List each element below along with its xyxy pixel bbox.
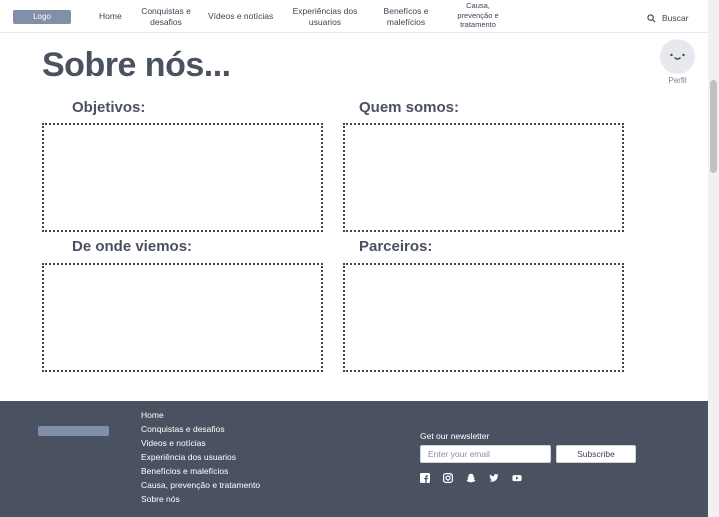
- search-button[interactable]: Buscar: [647, 12, 688, 24]
- nav-item-experiencias[interactable]: Experiências dos usuarios: [290, 6, 360, 28]
- footer-logo[interactable]: [38, 426, 109, 436]
- social-links: [420, 473, 522, 483]
- de-onde-viemos-box: [42, 263, 323, 372]
- top-nav: Logo Home Conquistas e desafios Vídeos e…: [0, 0, 708, 33]
- email-input[interactable]: [420, 445, 551, 463]
- footer-link-videos[interactable]: Videos e notícias: [141, 436, 260, 450]
- footer-link-beneficios[interactable]: Benefícios e malefícios: [141, 464, 260, 478]
- nav-item-causa[interactable]: Causa, prevenção e tratamento: [452, 1, 504, 30]
- nav-item-beneficios[interactable]: Benefícos e malefícios: [381, 6, 431, 28]
- footer-link-sobre-nos[interactable]: Sobre nós: [141, 492, 260, 506]
- profile-label[interactable]: Perfil: [660, 76, 695, 85]
- smiley-icon: [670, 53, 685, 60]
- snapchat-icon[interactable]: [466, 473, 476, 483]
- footer-link-conquistas[interactable]: Conquistas e desafios: [141, 422, 260, 436]
- newsletter-title: Get our newsletter: [420, 431, 490, 441]
- footer-link-causa[interactable]: Causa, prevenção e tratamento: [141, 478, 260, 492]
- nav-item-videos[interactable]: Vídeos e notícias: [208, 11, 273, 22]
- section-title-objetivos: Objetivos:: [72, 99, 146, 116]
- youtube-icon[interactable]: [512, 473, 522, 483]
- footer-link-home[interactable]: Home: [141, 408, 260, 422]
- page-title: Sobre nós...: [42, 46, 231, 84]
- twitter-icon[interactable]: [489, 473, 499, 483]
- subscribe-button[interactable]: Subscribe: [556, 445, 636, 463]
- section-title-quem-somos: Quem somos:: [359, 99, 460, 116]
- parceiros-box: [343, 263, 624, 372]
- search-icon: [647, 13, 656, 22]
- objetivos-box: [42, 123, 323, 232]
- quem-somos-box: [343, 123, 624, 232]
- nav-item-conquistas[interactable]: Conquistas e desafios: [140, 6, 192, 28]
- nav-item-home[interactable]: Home: [99, 11, 122, 22]
- section-title-parceiros: Parceiros:: [359, 238, 433, 255]
- instagram-icon[interactable]: [443, 473, 453, 483]
- footer-links: Home Conquistas e desafios Videos e notí…: [141, 408, 260, 506]
- facebook-icon[interactable]: [420, 473, 430, 483]
- search-label: Buscar: [662, 13, 689, 23]
- section-title-de-onde-viemos: De onde viemos:: [72, 238, 193, 255]
- scrollbar-track[interactable]: [708, 0, 719, 517]
- avatar[interactable]: [660, 39, 695, 74]
- footer: Home Conquistas e desafios Videos e notí…: [0, 401, 708, 517]
- scrollbar-thumb[interactable]: [710, 80, 717, 173]
- logo[interactable]: Logo: [13, 10, 71, 24]
- footer-link-experiencia[interactable]: Experiência dos usuarios: [141, 450, 260, 464]
